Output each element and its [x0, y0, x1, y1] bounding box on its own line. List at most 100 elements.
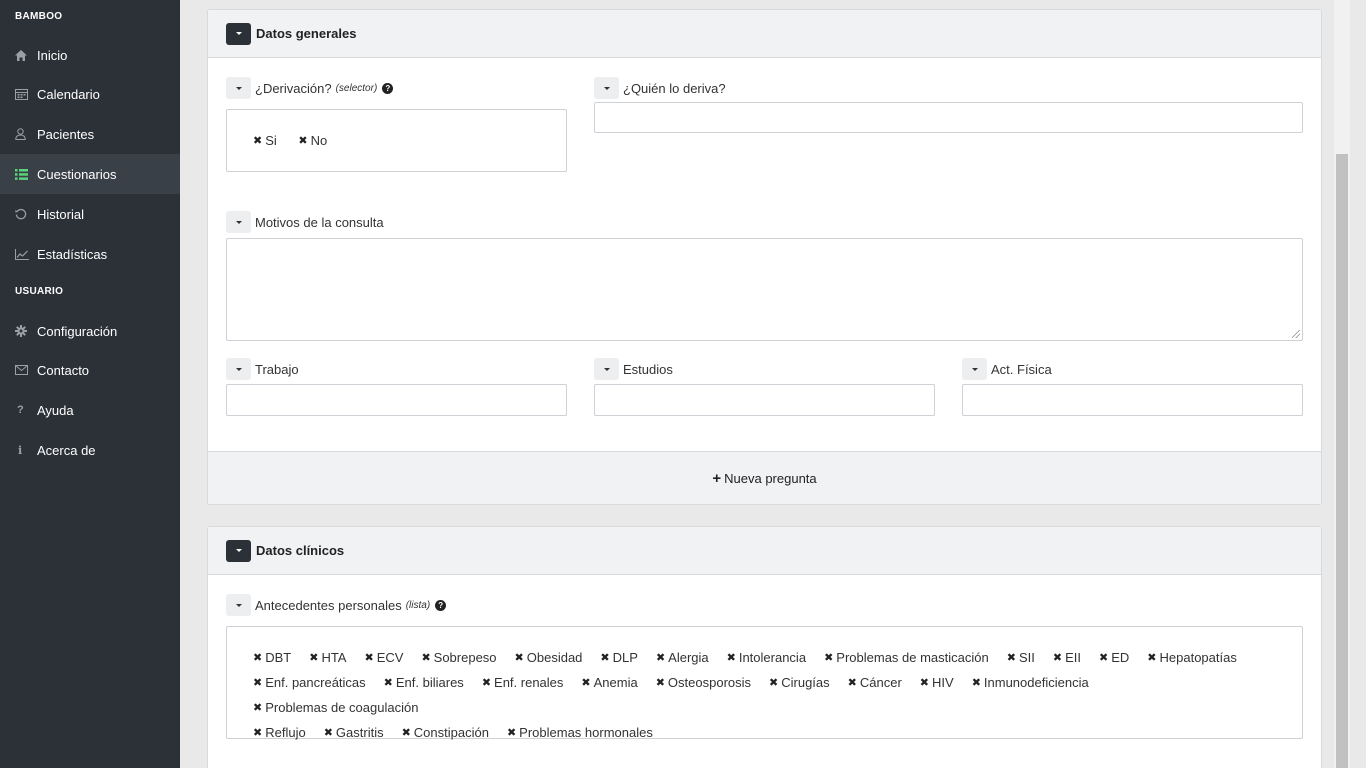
- option-chip[interactable]: ✖ Problemas de coagulación: [253, 695, 418, 720]
- option-chip[interactable]: ✖ DLP: [600, 645, 638, 670]
- help-icon[interactable]: ?: [435, 599, 447, 611]
- resize-handle-icon[interactable]: [1292, 330, 1300, 338]
- sidebar-item-ayuda[interactable]: ? Ayuda: [0, 390, 180, 430]
- question-label: ¿Quién lo deriva?: [594, 77, 1303, 99]
- list-box: ✖ DBT ✖ HTA ✖ ECV ✖ Sobrepeso ✖ Obesidad ✖ DLP ✖ Aler…: [226, 626, 1303, 740]
- option-chip[interactable]: ✖ Si: [253, 128, 277, 153]
- question-toggle[interactable]: [226, 77, 251, 99]
- question-text: Trabajo: [255, 361, 299, 377]
- question-toggle[interactable]: [226, 358, 251, 380]
- option-chip[interactable]: ✖ Obesidad: [515, 645, 583, 670]
- field-actividad-fisica: Act. Física: [962, 358, 1303, 416]
- close-icon: ✖: [824, 652, 834, 664]
- close-icon: ✖: [309, 652, 319, 664]
- option-chip[interactable]: ✖ EII: [1053, 645, 1081, 670]
- option-chip[interactable]: ✖ Alergia: [656, 645, 709, 670]
- close-icon: ✖: [1052, 652, 1063, 664]
- sidebar-section-bamboo: BAMBOO: [15, 11, 63, 22]
- calendar-icon: [15, 88, 37, 100]
- question-toggle[interactable]: [594, 77, 619, 99]
- option-chip[interactable]: ✖ SII: [1007, 645, 1035, 670]
- option-chip[interactable]: ✖ ED: [1099, 645, 1129, 670]
- close-icon: ✖: [655, 677, 665, 689]
- card-footer: + Nueva pregunta: [208, 451, 1321, 504]
- option-chip[interactable]: ✖ Cirugías: [769, 670, 830, 695]
- sidebar-item-label: Estadísticas: [37, 246, 108, 262]
- question-label: ¿Derivación? (selector) ?: [226, 77, 567, 99]
- sidebar-item-cuestionarios[interactable]: Cuestionarios: [0, 154, 180, 194]
- option-chip[interactable]: ✖ Constipación: [402, 720, 489, 745]
- question-toggle[interactable]: [962, 358, 987, 380]
- option-chip[interactable]: ✖ Enf. biliares: [384, 670, 464, 695]
- close-icon: ✖: [401, 727, 411, 739]
- question-label: Motivos de la consulta: [226, 211, 1303, 233]
- option-chip[interactable]: ✖ Enf. pancreáticas: [253, 670, 366, 695]
- field-motivos: Motivos de la consulta: [226, 211, 1303, 341]
- motivos-textarea[interactable]: [226, 238, 1303, 341]
- scrollbar[interactable]: [1334, 0, 1350, 768]
- card-title: Datos clínicos: [256, 543, 345, 558]
- option-chip[interactable]: ✖ HIV: [920, 670, 954, 695]
- option-chip[interactable]: ✖ ECV: [364, 645, 403, 670]
- option-chip[interactable]: ✖ Problemas de masticación: [824, 645, 989, 670]
- gear-icon: [15, 325, 37, 337]
- question-toggle[interactable]: [226, 594, 251, 616]
- estudios-input[interactable]: [594, 384, 935, 416]
- close-icon: ✖: [919, 677, 930, 689]
- close-icon: ✖: [847, 677, 857, 689]
- option-chip[interactable]: ✖ Cáncer: [848, 670, 902, 695]
- question-toggle[interactable]: [594, 358, 619, 380]
- option-chip[interactable]: ✖ Hepatopatías: [1147, 645, 1237, 670]
- close-icon: ✖: [600, 652, 610, 664]
- sidebar-item-inicio[interactable]: Inicio: [0, 36, 180, 74]
- question-text: Antecedentes personales: [255, 597, 402, 613]
- option-chip[interactable]: ✖ Gastritis: [324, 720, 384, 745]
- info-icon: i: [18, 443, 23, 457]
- collapse-toggle[interactable]: [226, 22, 251, 45]
- option-chip[interactable]: ✖ Osteosporosis: [656, 670, 751, 695]
- sidebar-item-estadisticas[interactable]: Estadísticas: [0, 234, 180, 274]
- close-icon: ✖: [383, 677, 393, 689]
- sidebar-item-configuracion[interactable]: Configuración: [0, 312, 180, 350]
- option-chip[interactable]: ✖ Sobrepeso: [421, 645, 496, 670]
- history-icon: [15, 208, 37, 220]
- sidebar-item-calendario[interactable]: Calendario: [0, 74, 180, 114]
- close-icon: ✖: [506, 727, 517, 739]
- trabajo-input[interactable]: [226, 384, 567, 416]
- sidebar-item-contacto[interactable]: Contacto: [0, 350, 180, 390]
- collapse-toggle[interactable]: [226, 539, 251, 562]
- sidebar-item-pacientes[interactable]: Pacientes: [0, 114, 180, 154]
- close-icon: ✖: [1147, 652, 1157, 664]
- option-chip[interactable]: ✖ Problemas hormonales: [507, 720, 653, 745]
- card-header: Datos clínicos: [208, 527, 1321, 575]
- card-datos-generales: Datos generales ¿Derivación? (selector) …: [207, 9, 1322, 505]
- caret-down-icon: [235, 603, 242, 607]
- question-label: Estudios: [594, 358, 935, 380]
- question-label: Trabajo: [226, 358, 567, 380]
- option-chip[interactable]: ✖ Reflujo: [253, 720, 306, 745]
- close-icon: ✖: [971, 677, 981, 689]
- option-chip[interactable]: ✖ HTA: [309, 645, 346, 670]
- option-chip[interactable]: ✖ Anemia: [581, 670, 637, 695]
- option-chip[interactable]: ✖ No: [298, 128, 327, 153]
- sidebar-item-label: Calendario: [37, 86, 100, 102]
- new-question-button[interactable]: + Nueva pregunta: [712, 470, 816, 487]
- quien-deriva-input[interactable]: [594, 102, 1303, 133]
- actividad-fisica-input[interactable]: [962, 384, 1303, 416]
- option-chip[interactable]: ✖ DBT: [253, 645, 291, 670]
- question-toggle[interactable]: [226, 211, 251, 233]
- option-chip[interactable]: ✖ Intolerancia: [727, 645, 806, 670]
- sidebar-item-acerca[interactable]: i Acerca de: [0, 430, 180, 470]
- help-icon[interactable]: ?: [382, 82, 394, 94]
- sidebar-item-historial[interactable]: Historial: [0, 194, 180, 234]
- field-estudios: Estudios: [594, 358, 935, 416]
- question-text: Estudios: [623, 361, 673, 377]
- option-chip[interactable]: ✖ Inmunodeficiencia: [972, 670, 1089, 695]
- sidebar-item-label: Historial: [37, 206, 84, 222]
- chip-row: ✖ Reflujo ✖ Gastritis ✖ Constipación ✖ Problema…: [253, 720, 1276, 745]
- close-icon: ✖: [421, 652, 431, 664]
- scrollbar-thumb[interactable]: [1336, 154, 1348, 768]
- option-chip[interactable]: ✖ Enf. renales: [482, 670, 564, 695]
- caret-down-icon: [235, 86, 242, 90]
- envelope-icon: [15, 365, 37, 375]
